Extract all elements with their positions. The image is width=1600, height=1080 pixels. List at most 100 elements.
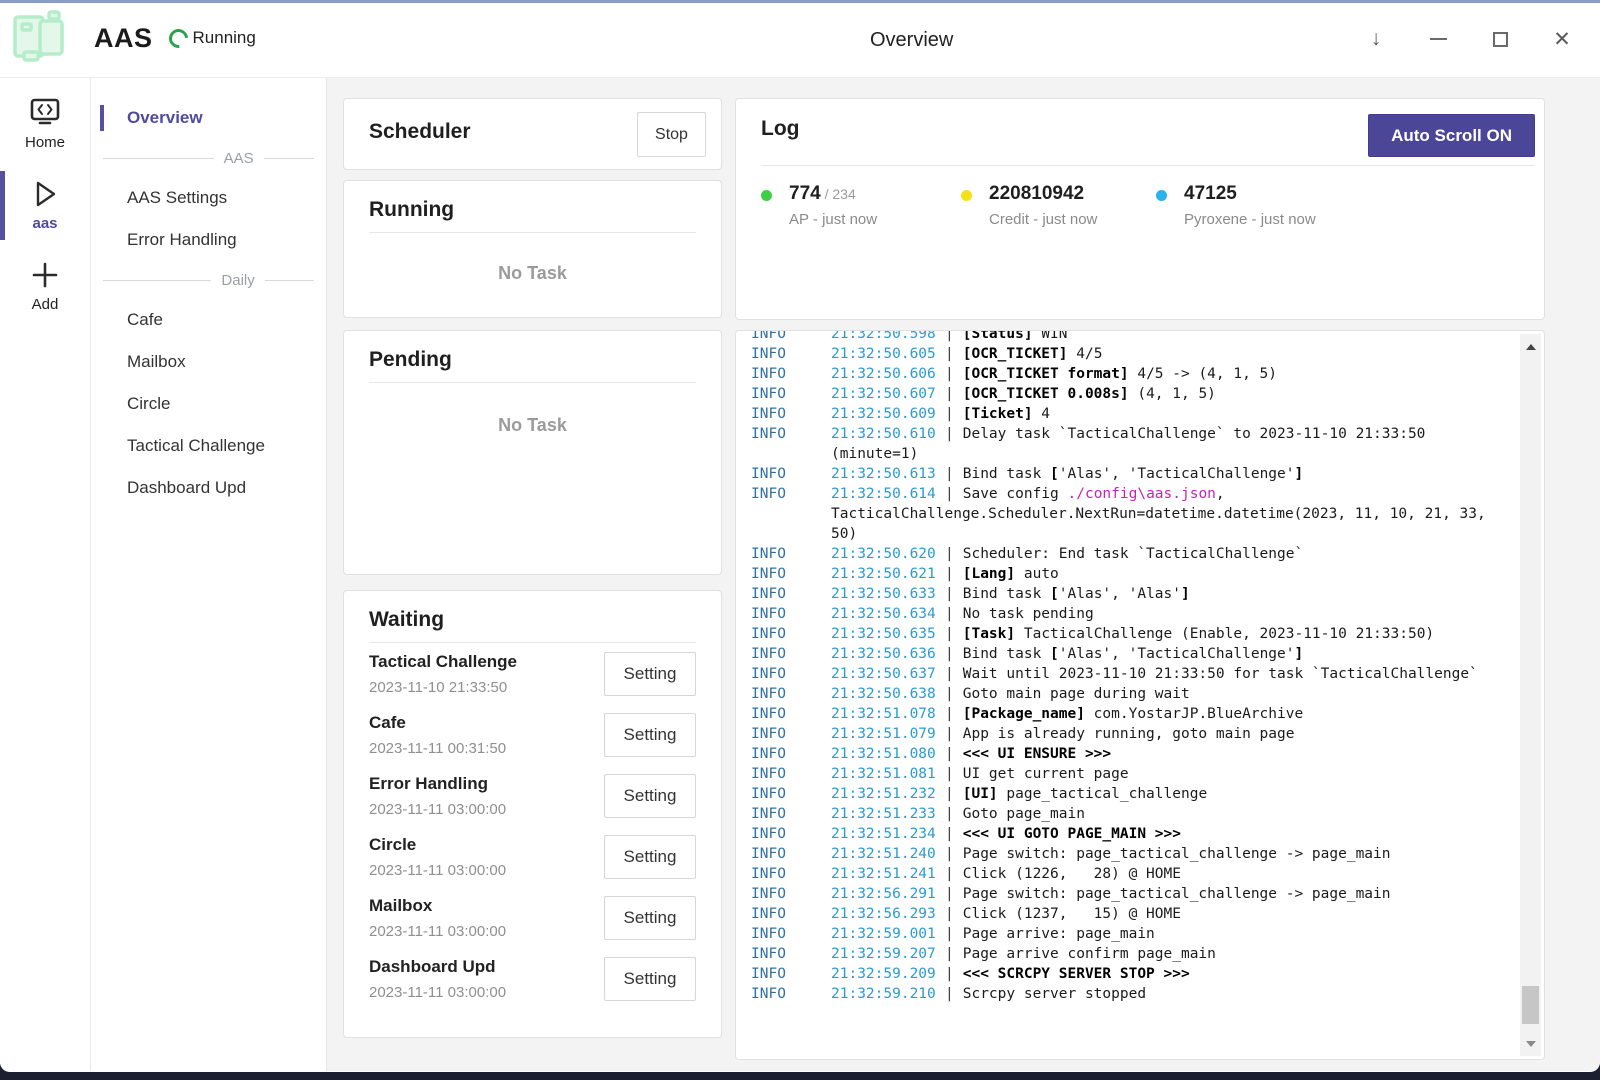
log-separator: |: [945, 886, 954, 902]
waiting-title: Waiting: [344, 591, 721, 642]
log-separator: |: [945, 686, 954, 702]
setting-button[interactable]: Setting: [604, 957, 696, 1001]
sidebar-item-aas-settings[interactable]: AAS Settings: [91, 177, 326, 219]
waiting-task-next-run: 2023-11-10 21:33:50: [369, 679, 604, 696]
log-separator: |: [945, 666, 954, 682]
scroll-up-icon[interactable]: [1520, 336, 1541, 357]
pending-empty-text: No Task: [344, 415, 721, 436]
stat-dot-icon: [761, 190, 772, 201]
stat-value: 774 / 234: [789, 183, 877, 205]
app-title: AAS: [94, 23, 153, 54]
log-message: 21:32:59.207|Page arrive confirm page_ma…: [831, 944, 1518, 964]
log-level: INFO: [751, 364, 831, 384]
close-button[interactable]: ✕: [1548, 25, 1576, 53]
log-timestamp: 21:32:51.232: [831, 784, 936, 804]
log-level: INFO: [751, 564, 831, 584]
log-message: 21:32:50.607|[OCR_TICKET 0.008s] (4, 1, …: [831, 384, 1518, 404]
setting-button[interactable]: Setting: [604, 652, 696, 696]
log-message: 21:32:51.234|<<< UI GOTO PAGE_MAIN >>>: [831, 824, 1518, 844]
pending-card: Pending No Task: [343, 330, 722, 575]
sidebar-item-dashboard-upd[interactable]: Dashboard Upd: [91, 467, 326, 509]
log-timestamp: 21:32:51.233: [831, 804, 936, 824]
log-message: 21:32:50.613|Bind task ['Alas', 'Tactica…: [831, 464, 1518, 484]
log-entry: INFO21:32:51.081|UI get current page: [751, 764, 1518, 784]
waiting-task-row: Dashboard Upd2023-11-11 03:00:00Setting: [344, 948, 721, 1009]
log-view: INFO21:32:50.598|[Status] WININFO21:32:5…: [736, 331, 1518, 1057]
log-level: INFO: [751, 331, 831, 344]
log-separator: |: [945, 786, 954, 802]
setting-button[interactable]: Setting: [604, 896, 696, 940]
log-entry: INFO21:32:51.241|Click (1226, 28) @ HOME: [751, 864, 1518, 884]
log-level: INFO: [751, 344, 831, 364]
waiting-task-name: Dashboard Upd: [369, 957, 604, 977]
log-level: INFO: [751, 844, 831, 864]
log-message: 21:32:51.081|UI get current page: [831, 764, 1518, 784]
sidebar-item-mailbox[interactable]: Mailbox: [91, 341, 326, 383]
log-entry: INFO21:32:56.291|Page switch: page_tacti…: [751, 884, 1518, 904]
maximize-button[interactable]: [1486, 25, 1514, 53]
log-title: Log: [761, 117, 799, 141]
rail-item-home[interactable]: Home: [0, 96, 91, 151]
stat-pyroxene: 47125Pyroxene - just now: [1156, 183, 1316, 228]
log-entry: INFO21:32:50.610|Delay task `TacticalCha…: [751, 424, 1518, 464]
stat-dot-icon: [1156, 190, 1167, 201]
log-separator: |: [945, 826, 954, 842]
running-title: Running: [344, 181, 721, 232]
log-entry: INFO21:32:50.636|Bind task ['Alas', 'Tac…: [751, 644, 1518, 664]
log-level: INFO: [751, 964, 831, 984]
scrollbar-thumb[interactable]: [1522, 986, 1539, 1024]
sidebar-item-circle[interactable]: Circle: [91, 383, 326, 425]
log-message: 21:32:50.606|[OCR_TICKET format] 4/5 -> …: [831, 364, 1518, 384]
stat-value: 47125: [1184, 183, 1316, 205]
log-timestamp: 21:32:51.078: [831, 704, 936, 724]
scheduler-title: Scheduler: [369, 120, 471, 144]
play-icon: [27, 177, 63, 211]
divider: [761, 165, 1535, 166]
scroll-down-icon[interactable]: [1520, 1033, 1541, 1054]
log-message: 21:32:50.605|[OCR_TICKET] 4/5: [831, 344, 1518, 364]
sidebar-item-error-handling[interactable]: Error Handling: [91, 219, 326, 261]
waiting-task-info: Dashboard Upd2023-11-11 03:00:00: [369, 957, 604, 1001]
auto-scroll-button[interactable]: Auto Scroll ON: [1368, 114, 1535, 157]
setting-button[interactable]: Setting: [604, 835, 696, 879]
log-entry: INFO21:32:50.621|[Lang] auto: [751, 564, 1518, 584]
log-entry: INFO21:32:50.614|Save config ./config\aa…: [751, 484, 1518, 544]
log-message: 21:32:51.240|Page switch: page_tactical_…: [831, 844, 1518, 864]
title-bar: AAS Running Overview ↓ ✕: [0, 0, 1600, 78]
nav-group-divider: Daily: [91, 261, 326, 299]
app-logo-icon: [10, 8, 76, 68]
rail-item-aas[interactable]: aas: [0, 177, 91, 232]
sidebar-item-tactical-challenge[interactable]: Tactical Challenge: [91, 425, 326, 467]
log-timestamp: 21:32:50.598: [831, 331, 936, 344]
download-icon[interactable]: ↓: [1362, 25, 1390, 53]
log-level: INFO: [751, 724, 831, 744]
sidebar-item-cafe[interactable]: Cafe: [91, 299, 326, 341]
sidebar-item-overview[interactable]: Overview: [91, 97, 326, 139]
minimize-button[interactable]: [1424, 25, 1452, 53]
log-entry: INFO21:32:56.293|Click (1237, 15) @ HOME: [751, 904, 1518, 924]
log-message: 21:32:59.001|Page arrive: page_main: [831, 924, 1518, 944]
log-level: INFO: [751, 384, 831, 404]
log-entry: INFO21:32:50.607|[OCR_TICKET 0.008s] (4,…: [751, 384, 1518, 404]
log-level: INFO: [751, 984, 831, 1004]
waiting-task-name: Mailbox: [369, 896, 604, 916]
log-level: INFO: [751, 784, 831, 804]
log-separator: |: [945, 546, 954, 562]
log-entry: INFO21:32:59.207|Page arrive confirm pag…: [751, 944, 1518, 964]
stat-label: Credit - just now: [989, 211, 1097, 228]
nav-group-label: Daily: [221, 272, 254, 289]
log-entry: INFO21:32:51.233|Goto page_main: [751, 804, 1518, 824]
log-level: INFO: [751, 584, 831, 604]
stop-button[interactable]: Stop: [637, 112, 706, 157]
log-scrollbar[interactable]: [1520, 334, 1541, 1056]
stat-dot-icon: [961, 190, 972, 201]
log-entry: INFO21:32:50.634|No task pending: [751, 604, 1518, 624]
setting-button[interactable]: Setting: [604, 774, 696, 818]
log-timestamp: 21:32:50.613: [831, 464, 936, 484]
log-level: INFO: [751, 884, 831, 904]
log-separator: |: [945, 566, 954, 582]
log-level: INFO: [751, 744, 831, 764]
app-window: AAS Running Overview ↓ ✕ Home aas Add Over…: [0, 0, 1600, 1072]
setting-button[interactable]: Setting: [604, 713, 696, 757]
rail-item-add[interactable]: Add: [0, 258, 91, 313]
